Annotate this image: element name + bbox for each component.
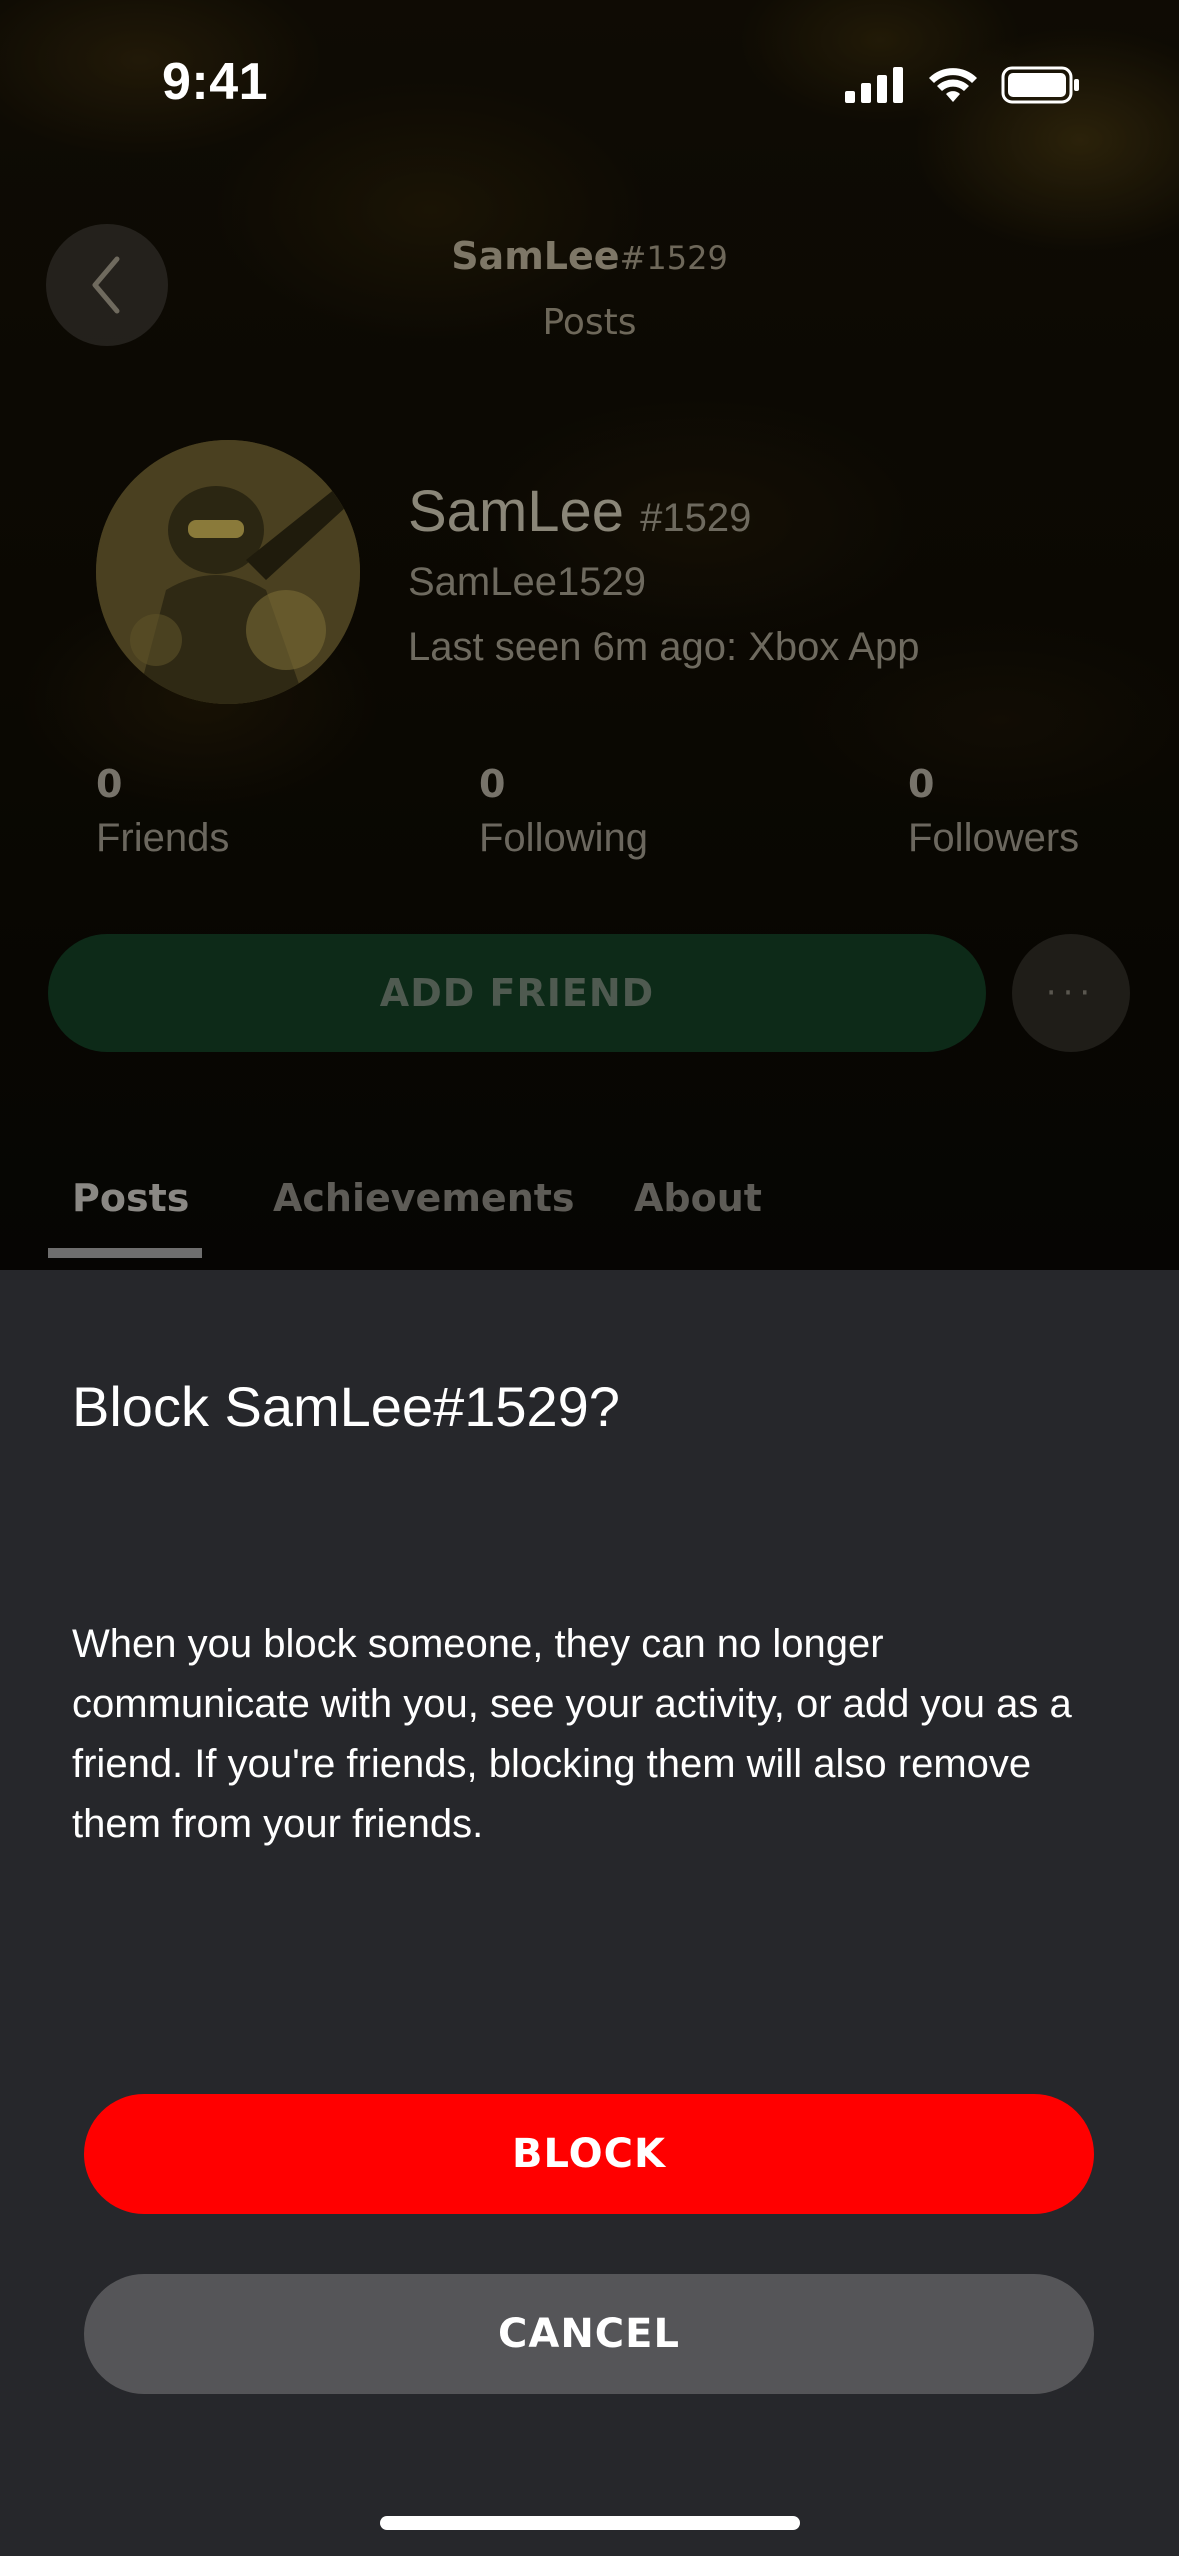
status-bar: 9:41 — [0, 0, 1179, 170]
avatar[interactable] — [96, 440, 360, 704]
dialog-title: Block SamLee#1529? — [72, 1375, 620, 1438]
dialog-body: When you block someone, they can no long… — [72, 1622, 1072, 1846]
signal-icon — [845, 67, 903, 103]
tab-posts[interactable]: Posts — [72, 1176, 189, 1220]
stat-followers-label: Followers — [908, 816, 1080, 860]
stat-followers[interactable]: 0 Followers — [908, 762, 1079, 861]
home-indicator[interactable] — [380, 2516, 800, 2530]
profile-name: SamLee #1529 — [408, 478, 751, 545]
profile-last-seen: Last seen 6m ago: Xbox App — [408, 625, 920, 669]
profile-background: 9:41 SamLee#1529 Posts SamLee #1529 SamL… — [0, 0, 1179, 1270]
more-icon: ··· — [1045, 973, 1097, 1013]
cancel-button[interactable]: CANCEL — [84, 2274, 1094, 2394]
profile-gamertag: SamLee1529 — [408, 560, 646, 604]
stat-following[interactable]: 0 Following — [479, 762, 648, 861]
stat-friends-count: 0 — [96, 762, 123, 806]
status-time: 9:41 — [162, 53, 269, 111]
tab-achievements[interactable]: Achievements — [273, 1176, 575, 1220]
header-suffix: #1529 — [619, 239, 728, 277]
status-icons — [845, 66, 1081, 104]
battery-icon — [1001, 66, 1079, 104]
header-gamertag: SamLee — [451, 234, 620, 278]
stat-following-count: 0 — [479, 762, 506, 806]
stat-friends[interactable]: 0 Friends — [96, 762, 229, 861]
header-title: SamLee#1529 — [0, 234, 1179, 278]
add-friend-button[interactable]: ADD FRIEND — [48, 934, 986, 1052]
tab-about[interactable]: About — [634, 1176, 762, 1220]
profile-name-suffix: #1529 — [640, 496, 752, 540]
block-button[interactable]: BLOCK — [84, 2094, 1094, 2214]
stat-following-label: Following — [479, 816, 648, 860]
more-options-button[interactable]: ··· — [1012, 934, 1130, 1052]
block-dialog-sheet: Block SamLee#1529? When you block someon… — [0, 1270, 1179, 2556]
stat-followers-count: 0 — [908, 762, 935, 806]
header-subtitle: Posts — [542, 302, 637, 343]
stat-friends-label: Friends — [96, 816, 230, 860]
profile-name-text: SamLee — [408, 479, 625, 544]
avatar-image — [96, 440, 360, 704]
profile-tabs: Posts Achievements About — [0, 1168, 1179, 1270]
wifi-icon — [929, 68, 977, 102]
tab-active-indicator — [48, 1248, 202, 1258]
